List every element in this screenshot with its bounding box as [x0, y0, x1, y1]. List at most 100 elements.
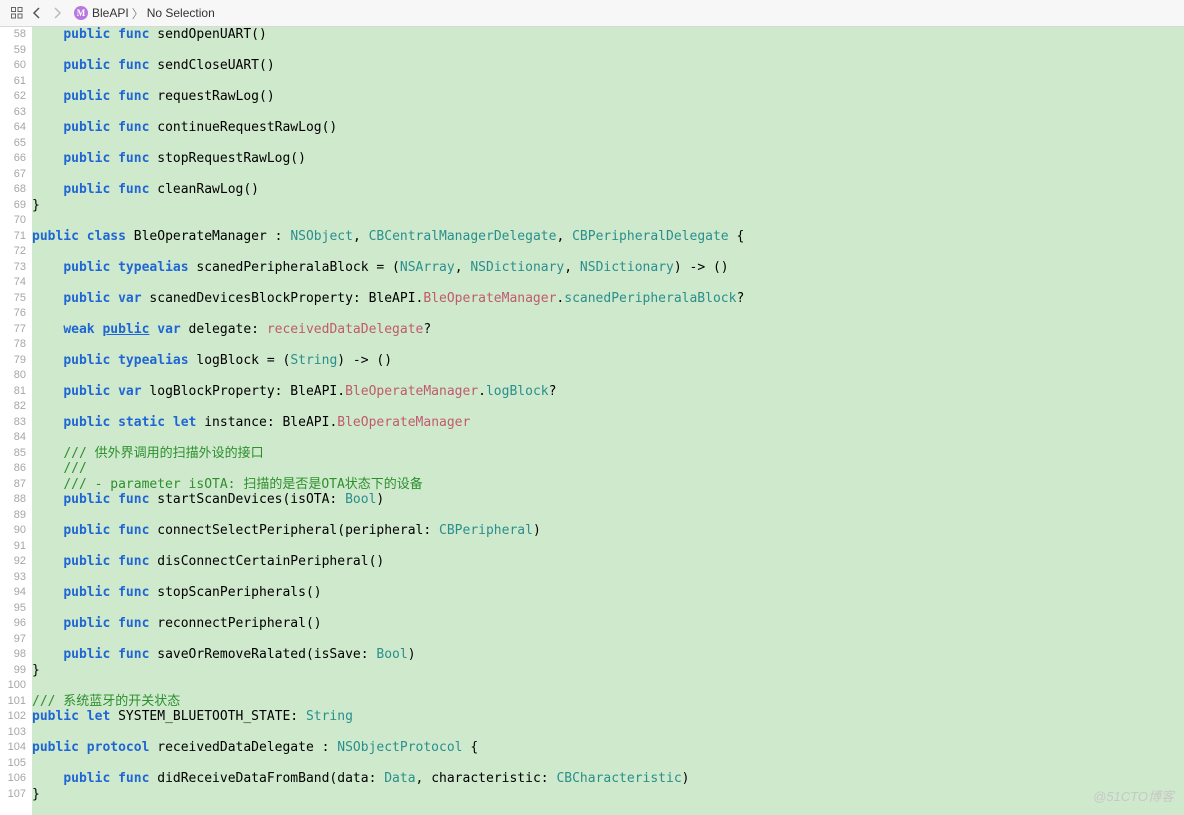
related-items-icon[interactable]	[8, 4, 26, 22]
line-number: 74	[0, 275, 32, 291]
breadcrumb-bar: M BleAPI 〉 No Selection	[0, 0, 1184, 27]
back-button[interactable]	[28, 4, 46, 22]
line-number: 72	[0, 244, 32, 260]
code-line: public func cleanRawLog()	[32, 182, 1184, 198]
code-line	[32, 399, 1184, 415]
line-number: 67	[0, 167, 32, 183]
line-number: 99	[0, 663, 32, 679]
code-line	[32, 337, 1184, 353]
forward-button[interactable]	[48, 4, 66, 22]
line-number: 84	[0, 430, 32, 446]
line-number: 63	[0, 105, 32, 121]
line-number: 59	[0, 43, 32, 59]
line-number: 78	[0, 337, 32, 353]
line-number: 86	[0, 461, 32, 477]
line-number: 95	[0, 601, 32, 617]
line-number: 83	[0, 415, 32, 431]
code-line	[32, 678, 1184, 694]
code-line: public typealias scanedPeripheralaBlock …	[32, 260, 1184, 276]
code-line: public func connectSelectPeripheral(peri…	[32, 523, 1184, 539]
line-number: 68	[0, 182, 32, 198]
line-number: 103	[0, 725, 32, 741]
code-line: public typealias logBlock = (String) -> …	[32, 353, 1184, 369]
code-line: public let SYSTEM_BLUETOOTH_STATE: Strin…	[32, 709, 1184, 725]
code-line: public class BleOperateManager : NSObjec…	[32, 229, 1184, 245]
code-line: public func disConnectCertainPeripheral(…	[32, 554, 1184, 570]
line-number: 82	[0, 399, 32, 415]
code-line: public var scanedDevicesBlockProperty: B…	[32, 291, 1184, 307]
module-icon: M	[74, 6, 88, 20]
code-line: public func requestRawLog()	[32, 89, 1184, 105]
code-line	[32, 756, 1184, 772]
code-line: public func sendOpenUART()	[32, 27, 1184, 43]
line-number: 79	[0, 353, 32, 369]
code-line	[32, 105, 1184, 121]
line-number: 91	[0, 539, 32, 555]
code-line: }	[32, 787, 1184, 803]
code-line: public func continueRequestRawLog()	[32, 120, 1184, 136]
breadcrumb-separator: 〉	[132, 5, 144, 22]
code-area[interactable]: public func sendOpenUART() public func s…	[32, 27, 1184, 815]
line-number: 88	[0, 492, 32, 508]
code-line	[32, 725, 1184, 741]
code-line	[32, 74, 1184, 90]
breadcrumb-selection[interactable]: No Selection	[147, 6, 215, 20]
code-line: /// - parameter isOTA: 扫描的是否是OTA状态下的设备	[32, 477, 1184, 493]
code-line	[32, 167, 1184, 183]
line-number: 66	[0, 151, 32, 167]
watermark: @51CTO博客	[1093, 786, 1174, 805]
line-number: 94	[0, 585, 32, 601]
code-line	[32, 430, 1184, 446]
code-line: /// 系统蓝牙的开关状态	[32, 694, 1184, 710]
code-line: }	[32, 663, 1184, 679]
line-number: 105	[0, 756, 32, 772]
code-line: public func reconnectPeripheral()	[32, 616, 1184, 632]
line-number: 69	[0, 198, 32, 214]
code-line: public func sendCloseUART()	[32, 58, 1184, 74]
code-line: weak public var delegate: receivedDataDe…	[32, 322, 1184, 338]
line-number-gutter: 5859606162636465666768697071727374757677…	[0, 27, 32, 815]
line-number: 96	[0, 616, 32, 632]
code-line: /// 供外界调用的扫描外设的接口	[32, 446, 1184, 462]
code-line	[32, 306, 1184, 322]
code-line	[32, 632, 1184, 648]
line-number: 64	[0, 120, 32, 136]
code-line: }	[32, 198, 1184, 214]
line-number: 90	[0, 523, 32, 539]
line-number: 101	[0, 694, 32, 710]
line-number: 85	[0, 446, 32, 462]
line-number: 73	[0, 260, 32, 276]
line-number: 77	[0, 322, 32, 338]
code-line	[32, 601, 1184, 617]
line-number: 76	[0, 306, 32, 322]
code-line: public func didReceiveDataFromBand(data:…	[32, 771, 1184, 787]
line-number: 104	[0, 740, 32, 756]
code-line	[32, 213, 1184, 229]
line-number: 107	[0, 787, 32, 803]
line-number: 71	[0, 229, 32, 245]
line-number: 106	[0, 771, 32, 787]
line-number: 62	[0, 89, 32, 105]
line-number: 87	[0, 477, 32, 493]
code-line	[32, 43, 1184, 59]
code-line	[32, 570, 1184, 586]
code-line	[32, 136, 1184, 152]
code-line: public static let instance: BleAPI.BleOp…	[32, 415, 1184, 431]
line-number: 92	[0, 554, 32, 570]
line-number: 80	[0, 368, 32, 384]
code-line	[32, 508, 1184, 524]
line-number: 65	[0, 136, 32, 152]
line-number: 89	[0, 508, 32, 524]
source-editor: 5859606162636465666768697071727374757677…	[0, 27, 1184, 815]
code-line: public func startScanDevices(isOTA: Bool…	[32, 492, 1184, 508]
code-line	[32, 275, 1184, 291]
line-number: 70	[0, 213, 32, 229]
line-number: 98	[0, 647, 32, 663]
code-line: public func stopScanPeripherals()	[32, 585, 1184, 601]
line-number: 97	[0, 632, 32, 648]
line-number: 58	[0, 27, 32, 43]
code-line: public var logBlockProperty: BleAPI.BleO…	[32, 384, 1184, 400]
line-number: 75	[0, 291, 32, 307]
breadcrumb-module[interactable]: BleAPI	[92, 6, 129, 20]
line-number: 81	[0, 384, 32, 400]
